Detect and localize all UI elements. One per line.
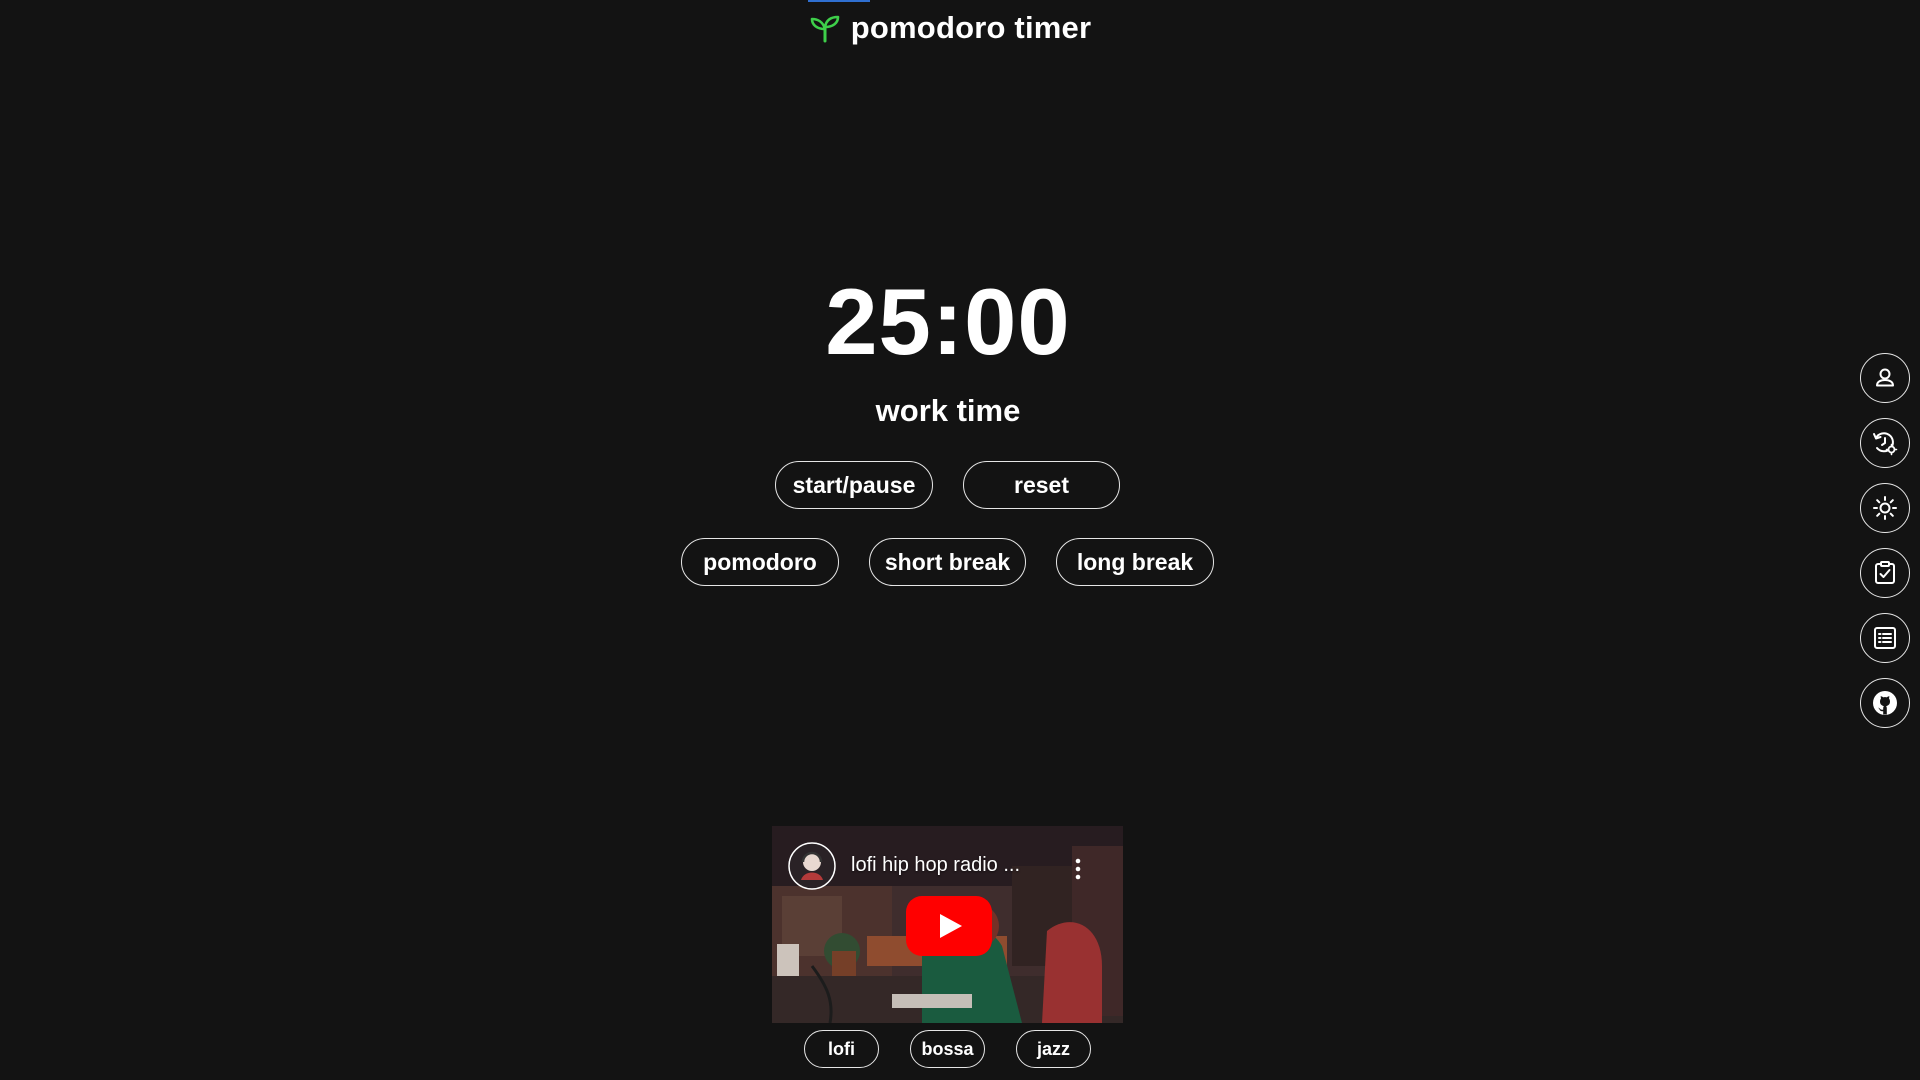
sun-icon [1873,496,1897,520]
channel-avatar-image [788,842,836,890]
profile-button[interactable] [1860,353,1910,403]
app-title: pomodoro timer [850,10,1092,45]
video-embed[interactable]: lofi hip hop radio ... [772,826,1123,1023]
genre-jazz-button[interactable]: jazz [1016,1030,1091,1068]
app-header: pomodoro timer [0,10,1900,46]
pomodoro-mode-button[interactable]: pomodoro [681,538,839,586]
theme-toggle-button[interactable] [1860,483,1910,533]
channel-avatar[interactable] [788,842,836,890]
long-break-mode-button[interactable]: long break [1056,538,1214,586]
tasks-button[interactable] [1860,548,1910,598]
top-progress-accent [808,0,870,2]
timer-display: 25:00 [825,269,1071,374]
clipboard-check-icon [1875,561,1895,584]
timer-settings-button[interactable] [1860,418,1910,468]
mode-label: work time [875,393,1021,428]
genre-bossa-button[interactable]: bossa [910,1030,985,1068]
genre-lofi-button[interactable]: lofi [804,1030,879,1068]
history-settings-icon [1873,432,1898,456]
list-icon [1874,627,1896,649]
reset-button[interactable]: reset [963,461,1120,509]
user-icon [1876,368,1894,387]
sprout-icon [810,15,840,43]
github-link-button[interactable] [1860,678,1910,728]
list-button[interactable] [1860,613,1910,663]
github-icon [1873,691,1897,715]
video-title[interactable]: lofi hip hop radio ... [851,854,1020,877]
short-break-mode-button[interactable]: short break [869,538,1026,586]
more-options-icon[interactable] [1072,856,1084,882]
start-pause-button[interactable]: start/pause [775,461,933,509]
play-icon[interactable] [906,896,992,956]
